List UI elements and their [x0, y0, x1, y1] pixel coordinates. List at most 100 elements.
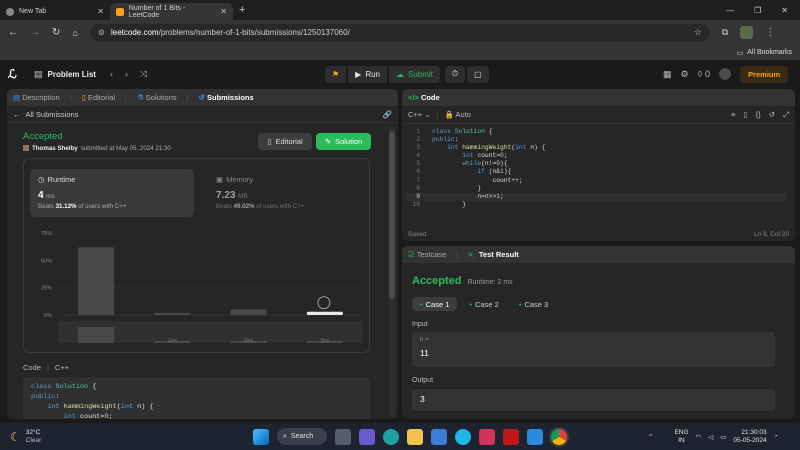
fullscreen-icon[interactable]: ⤢ — [783, 110, 789, 120]
code-brackets-icon: </> — [408, 93, 419, 102]
settings-gear-icon[interactable]: ⚙ — [681, 69, 689, 80]
autocomplete-toggle[interactable]: 🔒 Auto — [445, 110, 471, 119]
meet-icon[interactable] — [359, 428, 375, 445]
folder-icon: ▭ — [736, 49, 744, 57]
saved-status: Saved — [408, 231, 427, 238]
tab-description[interactable]: ▤ Description — [13, 93, 60, 102]
editorial-button[interactable]: ▯ Editorial — [258, 133, 312, 150]
bookmark-star-icon[interactable]: ☆ — [694, 27, 702, 38]
leetcode-logo-icon[interactable]: ℒ — [8, 67, 28, 81]
reload-icon[interactable]: ↻ — [52, 27, 60, 38]
tab-title: New Tab — [19, 8, 47, 15]
run-button[interactable]: ▶ Run — [348, 65, 388, 83]
edge-icon[interactable] — [383, 428, 399, 445]
user-avatar[interactable] — [719, 68, 732, 80]
clock-icon: ◷ — [38, 175, 45, 184]
case-tab-2[interactable]: • Case 2 — [461, 297, 506, 311]
bookmark-icon[interactable]: ▯ — [744, 110, 748, 120]
case-tab-1[interactable]: • Case 1 — [412, 297, 458, 311]
runtime-distribution-chart[interactable]: 75%50%25%0%1ms2ms3ms1ms2ms3ms — [24, 223, 369, 353]
submitter-name[interactable]: Thomas Shelby — [32, 145, 78, 152]
submit-button[interactable]: ☁ Submit — [389, 65, 440, 83]
language-indicator[interactable]: ENG IN — [674, 429, 688, 445]
code-editor[interactable]: 1 class Solution { 2 public: 3 int hamming… — [406, 128, 786, 209]
media-player-icon[interactable] — [479, 428, 495, 445]
reset-icon[interactable]: ↺ — [769, 110, 775, 120]
next-problem-icon[interactable]: › — [125, 69, 128, 79]
new-tab-button[interactable]: + — [239, 4, 245, 16]
vscode-icon[interactable] — [527, 428, 543, 445]
runtime-beats-pct: 31.12% — [55, 203, 77, 210]
task-view-icon[interactable] — [335, 428, 351, 445]
search-icon: ⌕ — [283, 432, 287, 440]
back-arrow-icon[interactable]: ← — [8, 27, 18, 38]
back-arrow-icon[interactable]: ← — [13, 110, 21, 119]
notification-bell-icon[interactable]: ◔ — [774, 433, 778, 440]
case-tab-3[interactable]: • Case 3 — [511, 297, 556, 311]
profile-avatar[interactable] — [740, 26, 754, 39]
left-panel: ▤ Description | ▯ Editorial | ⚗ Solution… — [7, 89, 398, 419]
tab-editorial[interactable]: ▯ Editorial — [82, 93, 115, 102]
weather-widget[interactable]: 32°C Clear — [26, 429, 42, 445]
link-icon[interactable]: 🔗 — [383, 110, 392, 119]
wifi-icon[interactable]: ◠ — [696, 433, 702, 441]
layout-icon[interactable]: ▦ — [663, 69, 672, 80]
extensions-icon[interactable]: ⧉ — [722, 27, 728, 38]
runtime-value: 4 — [38, 190, 44, 201]
temperature: 32°C — [25, 428, 41, 436]
lock-icon: 🔒 — [444, 110, 454, 119]
scrollbar[interactable] — [389, 127, 395, 417]
runtime-card[interactable]: ◷ Runtime 4 ms Beats 31.12% of users with… — [30, 169, 194, 217]
forward-arrow-icon[interactable]: → — [30, 27, 40, 38]
all-bookmarks-link[interactable]: All Bookmarks — [747, 49, 792, 56]
notes-icon[interactable]: ▢ — [467, 65, 489, 83]
browser-tab-newtab[interactable]: New Tab ✕ — [0, 3, 110, 20]
browser-tab-leetcode[interactable]: Number of 1 Bits - LeetCode ✕ — [110, 3, 233, 20]
address-bar-row: ← → ↻ ⌂ ⚙ leetcode.com/problems/number-o… — [0, 20, 800, 45]
braces-icon[interactable]: {} — [756, 110, 761, 120]
upload-cloud-icon: ☁ — [396, 69, 405, 79]
tab-testcase[interactable]: ☑ Testcase — [408, 250, 446, 259]
language-select[interactable]: C++ ⌄ — [408, 110, 431, 119]
url-input[interactable]: ⚙ leetcode.com/problems/number-of-1-bits… — [89, 23, 710, 42]
solution-button[interactable]: ✎ Solution — [316, 133, 371, 150]
taskbar-search[interactable]: ⌕ Search — [277, 428, 327, 445]
input-variable: n = — [420, 337, 429, 343]
tab-submissions[interactable]: ↺ Submissions — [199, 93, 254, 102]
debug-icon[interactable]: ⚑ — [325, 65, 347, 83]
prev-problem-icon[interactable]: ‹ — [110, 69, 113, 79]
home-icon[interactable]: ⌂ — [72, 28, 77, 38]
close-icon[interactable]: ✕ — [220, 7, 227, 16]
streak-fire-icon[interactable]: ◊ — [698, 69, 702, 79]
close-window-icon[interactable]: ✕ — [781, 6, 788, 15]
shuffle-icon[interactable]: ⤨ — [140, 69, 147, 80]
premium-button[interactable]: Premium — [740, 65, 789, 83]
url-path: /problems/number-of-1-bits/submissions/1… — [158, 28, 350, 37]
menu-kebab-icon[interactable]: ⋮ — [765, 27, 775, 38]
alexa-icon[interactable] — [455, 428, 471, 445]
close-icon[interactable]: ✕ — [97, 7, 104, 16]
chrome-icon[interactable] — [551, 428, 567, 445]
problem-list-link[interactable]: Problem List — [48, 70, 96, 79]
play-icon: ▶ — [355, 69, 362, 79]
store-icon[interactable] — [431, 428, 447, 445]
volume-icon[interactable]: ◁ — [708, 433, 713, 441]
timer-icon[interactable]: ⏱ — [444, 65, 466, 83]
tab-test-result[interactable]: >_ Test Result — [468, 250, 519, 259]
windows-start-icon[interactable] — [253, 428, 269, 445]
minimize-icon[interactable]: — — [726, 6, 734, 15]
tab-solutions[interactable]: ⚗ Solutions — [137, 93, 177, 102]
maximize-icon[interactable]: ❐ — [754, 6, 761, 15]
format-icon[interactable]: ≡ — [731, 110, 735, 120]
tab-code[interactable]: </> Code — [408, 93, 440, 102]
site-info-icon[interactable]: ⚙ — [98, 28, 105, 37]
all-submissions-link[interactable]: All Submissions — [26, 110, 79, 119]
file-explorer-icon[interactable] — [407, 428, 423, 445]
clock[interactable]: 21:30:03 05-05-2024 — [733, 429, 766, 445]
submission-header: ← All Submissions 🔗 — [7, 106, 398, 123]
mcafee-icon[interactable] — [503, 428, 519, 445]
weather-moon-icon[interactable]: ☾ — [10, 430, 21, 444]
battery-icon[interactable]: ▭ — [720, 433, 726, 441]
memory-card[interactable]: ▣ Memory 7.23 MB Beats 49.02% of users wi… — [208, 169, 348, 217]
chevron-up-icon[interactable]: ⌃ — [648, 433, 653, 441]
